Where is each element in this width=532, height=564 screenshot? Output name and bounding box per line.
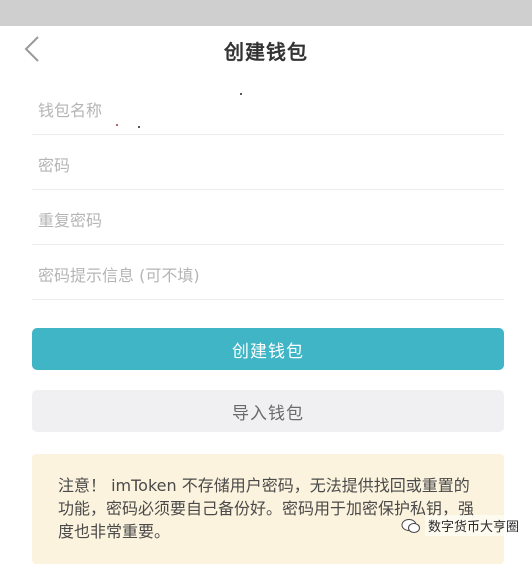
repeat-password-input[interactable] (32, 196, 504, 244)
wallet-name-input[interactable] (32, 86, 504, 134)
watermark: 数字货币大亨圈 (401, 515, 522, 536)
password-hint-input[interactable] (32, 251, 504, 299)
password-hint-field[interactable] (32, 251, 504, 300)
notice-box: 注意！ imToken 不存储用户密码，无法提供找回或重置的功能，密码必须要自己… (32, 454, 504, 564)
repeat-password-field[interactable] (32, 196, 504, 245)
create-wallet-button[interactable]: 创建钱包 (32, 328, 504, 370)
password-input[interactable] (32, 141, 504, 189)
wechat-icon (401, 518, 420, 533)
import-wallet-button[interactable]: 导入钱包 (32, 390, 504, 432)
password-field[interactable] (32, 141, 504, 190)
wallet-name-field[interactable] (32, 86, 504, 135)
watermark-text: 数字货币大亨圈 (424, 515, 522, 536)
page-title: 创建钱包 (224, 40, 308, 64)
nav-bar: 创建钱包 (0, 26, 532, 72)
status-bar (0, 0, 532, 26)
